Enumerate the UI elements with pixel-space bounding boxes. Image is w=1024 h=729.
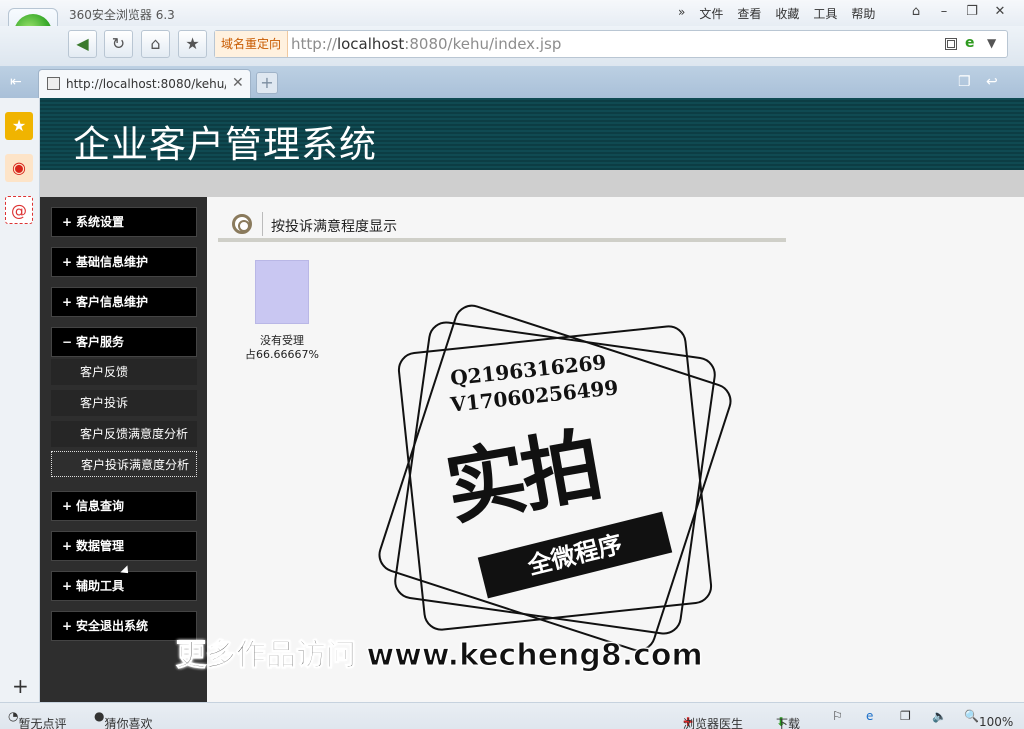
sub-feedback-satisfaction[interactable]: 客户反馈满意度分析 — [51, 421, 197, 447]
nav-info-query[interactable]: + 信息查询 — [51, 491, 197, 521]
section-header: 按投诉满意程度显示 — [218, 210, 788, 244]
sub-complaint-satisfaction[interactable]: 客户投诉满意度分析 — [51, 451, 197, 477]
browser-window: 360安全浏览器 6.3 » 文件 查看 收藏 工具 帮助 ⌂ – ❐ ✕ e … — [0, 0, 1024, 729]
watermark-footer: 更多作品访问 www.kecheng8.com — [176, 638, 704, 674]
home-icon[interactable]: ⌂ — [141, 30, 170, 58]
chart-data-label: 没有受理 占66.66667% — [245, 334, 319, 362]
chevron-down-icon[interactable]: ▼ — [987, 36, 996, 50]
minimize-button[interactable]: – — [930, 2, 958, 22]
browser-sidebar: ★ ◉ @ + — [0, 98, 40, 702]
sub-customer-complaint[interactable]: 客户投诉 — [51, 390, 197, 416]
volume-icon[interactable]: 🔈 — [932, 709, 947, 723]
favorites-star-icon[interactable]: ★ — [5, 112, 33, 140]
web-content: 企业客户管理系统 + 系统设置 + 基础信息维护 + 客户信息维护 − 客户服务 客户反… — [40, 98, 1024, 702]
page-favicon-icon — [47, 77, 60, 90]
sub-customer-feedback[interactable]: 客户反馈 — [51, 359, 197, 385]
menu-file[interactable]: 文件 — [699, 5, 723, 22]
restore-button[interactable]: ❐ — [958, 2, 986, 22]
nav-customer-info[interactable]: + 客户信息维护 — [51, 287, 197, 317]
undo-close-icon[interactable]: ↩ — [986, 74, 998, 90]
domain-redirect-badge[interactable]: 域名重定向 — [215, 31, 289, 57]
rating-status[interactable]: ◔ 暂无点评 — [8, 709, 67, 729]
tab-active[interactable]: http://localhost:8080/kehu/i ✕ — [38, 69, 251, 98]
ie-icon[interactable]: e — [866, 709, 873, 723]
refresh-icon[interactable]: ↻ — [104, 30, 133, 58]
nav-basic-info[interactable]: + 基础信息维护 — [51, 247, 197, 277]
chart-bar-not-handled — [255, 260, 309, 324]
menu-tools[interactable]: 工具 — [813, 5, 837, 22]
sidebar-toggle-icon[interactable]: ⇤ — [10, 74, 22, 90]
close-tab-icon[interactable]: ✕ — [232, 75, 244, 91]
nav-system-settings[interactable]: + 系统设置 — [51, 207, 197, 237]
nav-customer-service[interactable]: − 客户服务 — [51, 327, 197, 357]
system-title: 企业客户管理系统 — [73, 123, 377, 166]
chart-percent-label: 占66.66667% — [245, 348, 319, 361]
window-switch-icon[interactable]: ❐ — [958, 74, 971, 90]
menu-bar: » 文件 查看 收藏 工具 帮助 — [678, 5, 889, 22]
menu-view[interactable]: 查看 — [737, 5, 761, 22]
navigation-bar: ◀ ↻ ⌂ ★ 域名重定向 http://localhost:8080/kehu… — [0, 26, 1024, 66]
skin-icon[interactable]: ⌂ — [902, 2, 930, 22]
menu-more[interactable]: » — [678, 5, 685, 22]
window-icon[interactable]: ❐ — [900, 709, 911, 723]
weibo-icon[interactable]: ◉ — [5, 154, 33, 182]
close-button[interactable]: ✕ — [986, 2, 1014, 22]
url-text[interactable]: http://localhost:8080/kehu/index.jsp — [291, 35, 561, 53]
status-bar: ◔ 暂无点评 ● 猜你喜欢 ✚ 浏览器医生 ⬇ 下载 ⚐ e ❐ 🔈 🔍 100… — [0, 702, 1024, 729]
address-bar[interactable]: 域名重定向 http://localhost:8080/kehu/index.j… — [214, 30, 1008, 58]
left-navigation: + 系统设置 + 基础信息维护 + 客户信息维护 − 客户服务 客户反馈 客户投诉 客户… — [40, 197, 207, 702]
qr-code-icon[interactable] — [945, 38, 957, 50]
mail-icon[interactable]: @ — [5, 196, 33, 224]
new-tab-button[interactable]: + — [256, 72, 278, 94]
tab-bar: ⇤ http://localhost:8080/kehu/i ✕ + ❐ ↩ — [0, 66, 1024, 98]
add-sidebar-icon[interactable]: + — [12, 674, 29, 698]
system-banner: 企业客户管理系统 — [40, 98, 1024, 170]
wireless-icon[interactable]: ⚐ — [832, 709, 843, 723]
back-arrow-icon[interactable]: ◀ — [68, 30, 97, 58]
satisfaction-chart: 没有受理 占66.66667% — [245, 258, 335, 368]
title-bar: 360安全浏览器 6.3 » 文件 查看 收藏 工具 帮助 ⌂ – ❐ ✕ — [0, 0, 1024, 26]
menu-favorites[interactable]: 收藏 — [775, 5, 799, 22]
header-divider — [40, 170, 1024, 197]
ie-mode-icon[interactable]: e — [965, 35, 975, 51]
recommend-status[interactable]: ● 猜你喜欢 — [94, 709, 153, 729]
window-controls: ⌂ – ❐ ✕ — [902, 2, 1014, 22]
menu-help[interactable]: 帮助 — [851, 5, 875, 22]
watermark-stamp: Q2196316269 V17060256499 实拍 全微程序 — [370, 300, 740, 656]
zoom-control[interactable]: 🔍 100% — [964, 709, 1013, 729]
target-circle-icon — [232, 214, 252, 234]
chart-category-label: 没有受理 — [260, 334, 304, 347]
tab-title: http://localhost:8080/kehu/i — [66, 77, 226, 91]
app-title: 360安全浏览器 6.3 — [69, 8, 175, 22]
nav-data-management[interactable]: + 数据管理 — [51, 531, 197, 561]
favorite-star-icon[interactable]: ★ — [178, 30, 207, 58]
section-title: 按投诉满意程度显示 — [271, 219, 397, 235]
